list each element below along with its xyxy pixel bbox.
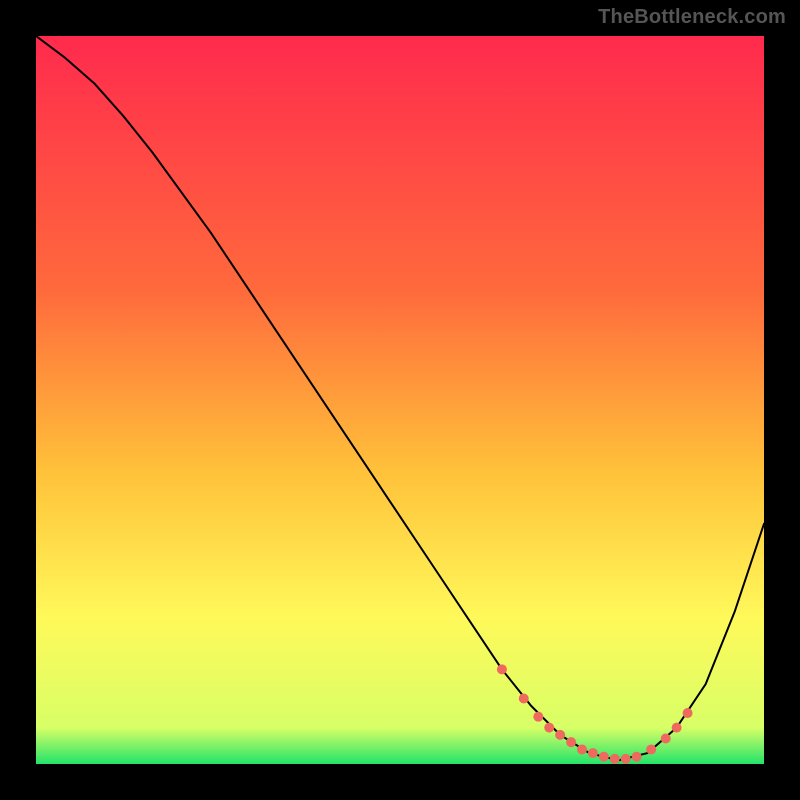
plot-area xyxy=(36,36,764,764)
highlight-dot xyxy=(566,737,576,747)
highlight-dot xyxy=(497,664,507,674)
highlight-dot xyxy=(533,712,543,722)
highlight-dot xyxy=(672,723,682,733)
chart-frame: TheBottleneck.com xyxy=(0,0,800,800)
highlight-dot xyxy=(544,723,554,733)
highlight-dot xyxy=(683,708,693,718)
highlight-dot xyxy=(519,693,529,703)
highlight-dot xyxy=(599,752,609,762)
watermark-text: TheBottleneck.com xyxy=(598,6,786,29)
highlight-dot xyxy=(588,748,598,758)
chart-svg xyxy=(36,36,764,764)
highlight-dot xyxy=(555,730,565,740)
gradient-background xyxy=(36,36,764,764)
highlight-dot xyxy=(621,754,631,764)
highlight-dot xyxy=(646,744,656,754)
highlight-dot xyxy=(610,754,620,764)
highlight-dot xyxy=(632,752,642,762)
highlight-dot xyxy=(661,734,671,744)
highlight-dot xyxy=(577,744,587,754)
